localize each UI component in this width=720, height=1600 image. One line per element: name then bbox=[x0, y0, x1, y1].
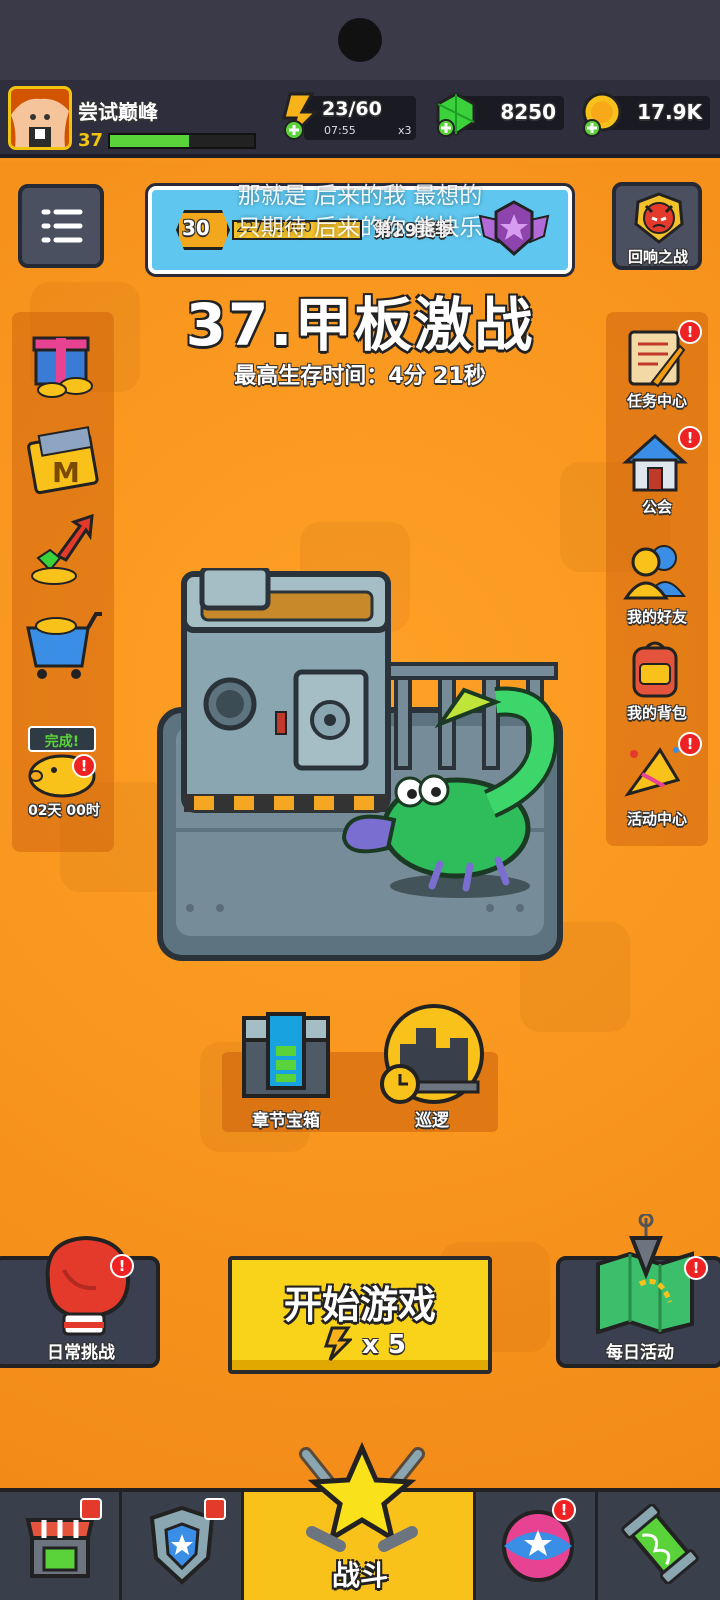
shopping-cart-icon bbox=[26, 612, 102, 679]
nav-tab-evolution[interactable] bbox=[598, 1492, 720, 1600]
gift-pack-button[interactable] bbox=[24, 324, 104, 404]
chapter-chest-button[interactable]: 章节宝箱 bbox=[230, 1006, 342, 1131]
echo-battle-label: 回响之战 bbox=[627, 248, 688, 266]
stage-illustration bbox=[150, 565, 570, 968]
friends-label: 我的好友 bbox=[626, 608, 687, 626]
equipment-gift-badge bbox=[204, 1498, 226, 1520]
piggy-bank-badge: 完成! bbox=[28, 726, 96, 752]
task-center-label: 任务中心 bbox=[626, 392, 687, 410]
piggy-bank-timer: 02天 00时 bbox=[28, 803, 100, 819]
event-center-button[interactable]: ! 活动中心 bbox=[612, 732, 702, 828]
energy-multiplier: x3 bbox=[398, 124, 412, 137]
guild-button[interactable]: ! 公会 bbox=[612, 426, 702, 520]
patrol-label: 巡逻 bbox=[415, 1111, 449, 1131]
talents-notification-badge: ! bbox=[552, 1498, 576, 1522]
treasure-map-icon bbox=[596, 1214, 694, 1334]
start-game-cost: x 5 bbox=[362, 1330, 406, 1360]
nav-tab-battle[interactable]: 战斗 bbox=[244, 1441, 476, 1600]
daily-challenge-notification-badge: ! bbox=[110, 1254, 134, 1278]
xp-bar-fill bbox=[110, 135, 190, 147]
event-center-label: 活动中心 bbox=[626, 810, 687, 828]
menu-button[interactable] bbox=[18, 184, 104, 268]
start-game-button[interactable]: 开始游戏 x 5 bbox=[228, 1256, 492, 1374]
task-center-notification-badge: ! bbox=[678, 320, 702, 344]
nav-tab-shop[interactable] bbox=[0, 1492, 122, 1600]
backpack-icon bbox=[632, 641, 678, 698]
player-level: 37 bbox=[78, 130, 104, 151]
lyrics-line-2: 只期待 后来的你 能快乐 bbox=[237, 215, 483, 241]
piggy-bank-status: 完成! bbox=[44, 734, 80, 750]
energy-timer: 07:55 bbox=[324, 124, 356, 137]
daily-challenge-label: 日常挑战 bbox=[47, 1343, 115, 1363]
daily-activity-label: 每日活动 bbox=[606, 1343, 674, 1363]
battle-star-icon bbox=[299, 1441, 425, 1552]
daily-activity-notification-badge: ! bbox=[684, 1256, 708, 1280]
monthly-card-button[interactable]: M bbox=[24, 424, 104, 504]
xp-bar bbox=[108, 133, 256, 149]
event-center-notification-badge: ! bbox=[678, 732, 702, 756]
growth-fund-button[interactable] bbox=[24, 512, 104, 592]
svg-text:M: M bbox=[52, 456, 80, 489]
player-name: 尝试巅峰 bbox=[78, 100, 158, 124]
patrol-button[interactable]: 巡逻 bbox=[376, 1004, 488, 1131]
gem-add-icon[interactable] bbox=[432, 90, 480, 142]
shop-cart-button[interactable] bbox=[22, 604, 102, 684]
dna-capsule-icon bbox=[621, 1504, 699, 1584]
m-card-icon: M bbox=[27, 426, 99, 495]
energy-add-icon[interactable] bbox=[276, 90, 324, 146]
lyrics-overlay: 那就是 后来的我 最想的 只期待 后来的你 能快乐 bbox=[148, 180, 572, 244]
energy-value: 23/60 bbox=[322, 98, 382, 120]
backpack-label: 我的背包 bbox=[626, 704, 687, 722]
guild-notification-badge: ! bbox=[678, 426, 702, 450]
player-avatar[interactable] bbox=[8, 86, 72, 150]
nav-tab-talents[interactable]: ! bbox=[476, 1492, 598, 1600]
friends-icon bbox=[623, 545, 686, 600]
list-icon bbox=[41, 209, 83, 243]
friends-button[interactable]: 我的好友 bbox=[612, 540, 702, 632]
boxing-glove-icon bbox=[45, 1235, 131, 1336]
shop-gift-badge bbox=[80, 1498, 102, 1520]
backpack-button[interactable]: 我的背包 bbox=[612, 636, 702, 728]
coin-add-icon[interactable] bbox=[578, 90, 626, 142]
piggy-bank-notification-badge: ! bbox=[72, 754, 96, 778]
gift-box-icon bbox=[32, 336, 93, 398]
camera-cutout bbox=[338, 18, 382, 62]
chest-icon bbox=[242, 1012, 330, 1098]
daily-challenge-button[interactable]: ! 日常挑战 bbox=[0, 1235, 160, 1368]
nav-tab-equipment[interactable] bbox=[122, 1492, 244, 1600]
echo-battle-button[interactable]: 回响之战 bbox=[612, 182, 702, 270]
patrol-city-icon bbox=[380, 1004, 484, 1104]
growth-arrow-icon bbox=[31, 513, 94, 585]
demon-emblem-icon bbox=[634, 192, 684, 244]
lyrics-line-1: 那就是 后来的我 最想的 bbox=[237, 183, 483, 209]
guild-label: 公会 bbox=[641, 498, 672, 516]
piggy-bank-button[interactable]: 完成! ! 02天 00时 bbox=[22, 716, 106, 826]
battle-tab-label: 战斗 bbox=[331, 1559, 388, 1592]
task-center-button[interactable]: ! 任务中心 bbox=[612, 320, 702, 414]
chapter-chest-label: 章节宝箱 bbox=[252, 1111, 320, 1131]
energy-bolt-icon bbox=[324, 1326, 352, 1362]
party-horn-icon bbox=[624, 747, 681, 797]
bottom-navigation: 战斗 ! bbox=[0, 1441, 720, 1600]
start-game-label: 开始游戏 bbox=[283, 1283, 436, 1327]
daily-activity-button[interactable]: ! 每日活动 bbox=[556, 1214, 720, 1368]
